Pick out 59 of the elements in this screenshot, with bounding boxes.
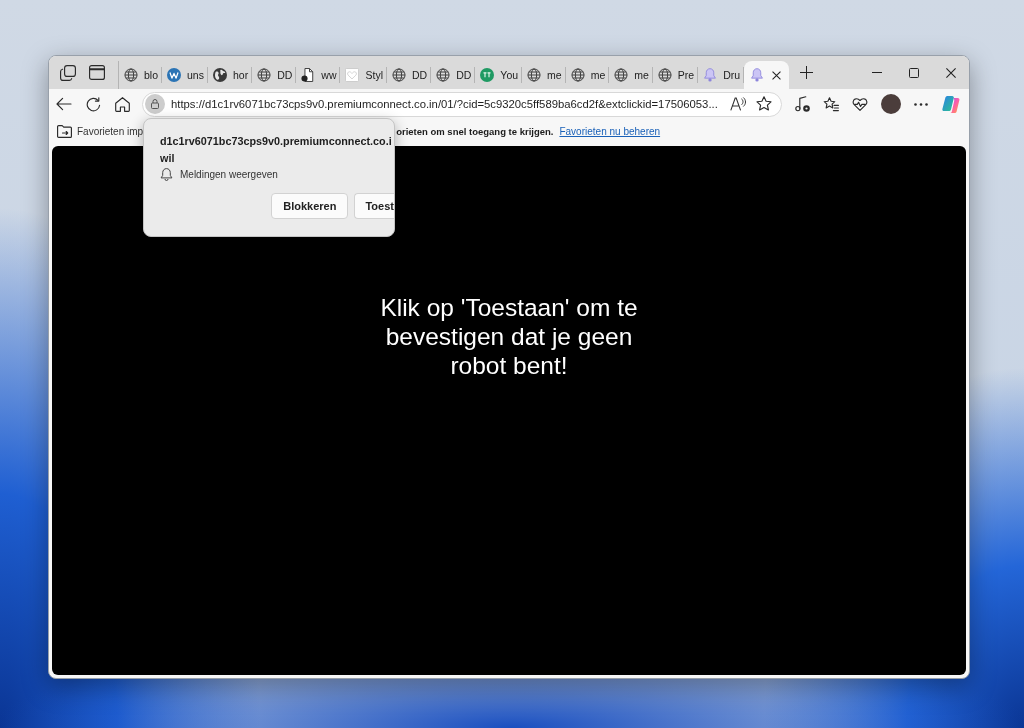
music-note-icon[interactable]: [795, 96, 810, 112]
circle-logo-icon: [480, 68, 495, 82]
window-icon[interactable]: [89, 65, 105, 80]
globe-icon: [257, 68, 272, 82]
permission-message: d1c1rv6071bc73cps9v0.premiumconnect.co.i wil: [160, 134, 392, 166]
tab[interactable]: DD: [252, 61, 297, 89]
tab[interactable]: blo: [119, 61, 162, 89]
page-message: Klik op 'Toestaan' om te bevestigen dat je geen robot bent!: [379, 293, 639, 380]
globe-icon: [392, 68, 406, 82]
tab[interactable]: uns: [162, 61, 208, 89]
refresh-icon[interactable]: [86, 96, 101, 112]
tab[interactable]: me: [609, 61, 653, 89]
url-text: https://d1c1rv6071bc73cps9v0.premiumconnect.co.in/01/?cid=5c9320c5ff589ba6cd2f&extclickid=17506053...: [171, 98, 719, 110]
bell-icon: [703, 68, 718, 82]
globe-icon: [527, 68, 542, 82]
block-button[interactable]: Blokkeren: [271, 193, 349, 219]
tab[interactable]: Pre: [652, 61, 699, 89]
globe-icon: [124, 68, 138, 82]
tile-icon: [345, 68, 360, 82]
avatar-icon[interactable]: [881, 94, 901, 114]
home-icon[interactable]: [115, 96, 130, 112]
heart-pulse-icon[interactable]: [852, 97, 868, 111]
tab[interactable]: hor: [207, 61, 253, 89]
circle-logo-icon: [167, 68, 181, 82]
folder-icon[interactable]: [57, 125, 72, 138]
permission-label: Meldingen weergeven: [180, 169, 278, 180]
tab[interactable]: You: [475, 61, 523, 89]
allow-button[interactable]: Toest: [354, 193, 394, 219]
address-bar[interactable]: https://d1c1rv6071bc73cps9v0.premiumconnect.co.in/01/?cid=5c9320c5ff589ba6cd2f&extclickid=17506053...: [142, 91, 782, 117]
globe-icon: [614, 68, 629, 82]
stacked-squares-icon[interactable]: [60, 64, 76, 81]
maximize-icon[interactable]: [909, 67, 919, 78]
read-aloud-icon[interactable]: [730, 97, 746, 111]
tab[interactable]: DD: [431, 61, 476, 89]
tab[interactable]: DD: [387, 61, 432, 89]
tab[interactable]: Styl: [340, 61, 387, 89]
globe-icon: [570, 68, 585, 82]
favorites-import-text[interactable]: Favorieten imp: [77, 126, 144, 137]
earth-icon: [212, 68, 227, 82]
swirl-logo-icon[interactable]: [942, 95, 960, 113]
back-arrow-icon[interactable]: [56, 97, 72, 111]
favorites-icon[interactable]: [823, 96, 839, 112]
plus-icon[interactable]: [800, 66, 814, 79]
document-icon: [301, 68, 316, 82]
star-icon[interactable]: [756, 96, 772, 112]
favorites-hint-text: orieten om snel toegang te krijgen.: [396, 126, 554, 137]
bell-icon: [160, 168, 173, 181]
globe-icon: [436, 68, 451, 82]
more-icon[interactable]: [914, 102, 928, 106]
tab[interactable]: Dru: [698, 61, 745, 89]
close-icon[interactable]: [772, 70, 782, 80]
tab[interactable]: ww: [296, 61, 341, 89]
bell-icon: [750, 68, 765, 82]
globe-icon: [657, 68, 672, 82]
tab[interactable]: me: [522, 61, 566, 89]
manage-favorites-link[interactable]: Favorieten nu beheren: [559, 126, 661, 137]
close-icon[interactable]: [946, 67, 956, 78]
tab[interactable]: me: [565, 61, 610, 89]
lock-icon[interactable]: [145, 94, 165, 114]
